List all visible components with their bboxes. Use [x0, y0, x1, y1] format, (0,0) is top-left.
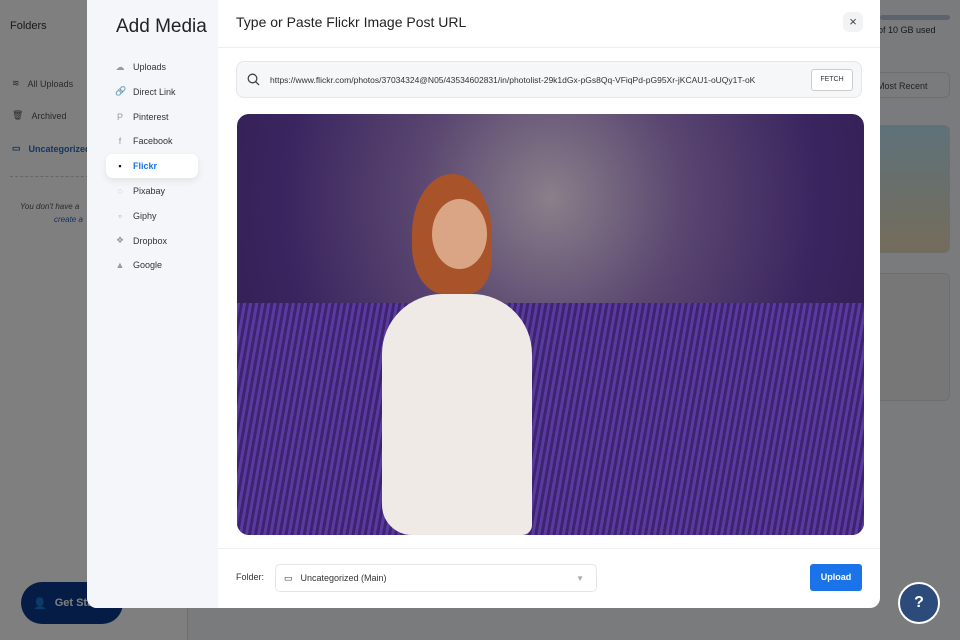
folder-icon: ▭: [284, 572, 293, 583]
source-sidebar: Add Media ☁ Uploads 🔗 Direct Link P Pinterest…: [87, 0, 218, 608]
url-value[interactable]: https://www.flickr.com/photos/37034324@N…: [270, 75, 790, 85]
divider: [218, 548, 880, 549]
add-media-modal: Add Media ☁ Uploads 🔗 Direct Link P Pinterest…: [87, 0, 880, 608]
source-uploads[interactable]: ☁ Uploads: [106, 55, 198, 79]
modal-header: Type or Paste Flickr Image Post URL: [236, 14, 467, 30]
image-preview: [237, 114, 864, 535]
source-label: Giphy: [133, 210, 157, 221]
source-flickr[interactable]: ▪ Flickr: [106, 154, 198, 179]
source-pinterest[interactable]: P Pinterest: [106, 105, 198, 129]
search-icon: [247, 73, 260, 86]
facebook-icon: f: [118, 136, 122, 147]
woman-figure: [372, 174, 542, 535]
google-drive-icon: ▲: [115, 260, 125, 271]
source-dropbox[interactable]: ❖ Dropbox: [106, 229, 198, 253]
source-label: Dropbox: [133, 235, 168, 246]
cloud-upload-icon: ☁: [115, 61, 125, 72]
source-label: Uploads: [133, 62, 167, 72]
face: [432, 199, 487, 269]
folder-select[interactable]: ▭ Uncategorized (Main) ▼: [275, 564, 597, 592]
source-label: Pinterest: [133, 111, 169, 122]
folder-label: Folder:: [236, 572, 265, 582]
pinterest-icon: P: [116, 111, 123, 122]
dress: [382, 294, 532, 535]
close-button[interactable]: ×: [843, 12, 863, 32]
source-label: Direct Link: [133, 86, 176, 97]
source-direct-link[interactable]: 🔗 Direct Link: [106, 80, 198, 104]
modal-main: Type or Paste Flickr Image Post URL × ht…: [218, 0, 880, 608]
url-input[interactable]: https://www.flickr.com/photos/37034324@N…: [236, 61, 862, 98]
source-label: Flickr: [133, 161, 158, 172]
lavender-field: [237, 303, 864, 535]
divider: [218, 47, 880, 48]
modal-title: Add Media: [116, 16, 207, 37]
source-facebook[interactable]: f Facebook: [106, 129, 198, 153]
upload-button[interactable]: Upload: [810, 564, 862, 591]
link-icon: 🔗: [115, 86, 127, 97]
source-label: Facebook: [133, 136, 173, 147]
fetch-button[interactable]: FETCH: [811, 69, 853, 91]
pixabay-icon: ◌: [117, 186, 123, 196]
source-pixabay[interactable]: ◌ Pixabay: [106, 179, 198, 203]
dropbox-icon: ❖: [115, 235, 125, 246]
caret-down-icon: ▼: [576, 574, 584, 583]
source-label: Google: [133, 260, 163, 271]
source-label: Pixabay: [133, 186, 166, 196]
folder-value: Uncategorized (Main): [300, 573, 387, 583]
help-button[interactable]: ?: [898, 582, 940, 624]
giphy-icon: ▫: [118, 210, 122, 221]
flickr-icon: ▪: [118, 161, 122, 172]
source-giphy[interactable]: ▫ Giphy: [106, 204, 198, 228]
source-google[interactable]: ▲ Google: [106, 253, 198, 277]
